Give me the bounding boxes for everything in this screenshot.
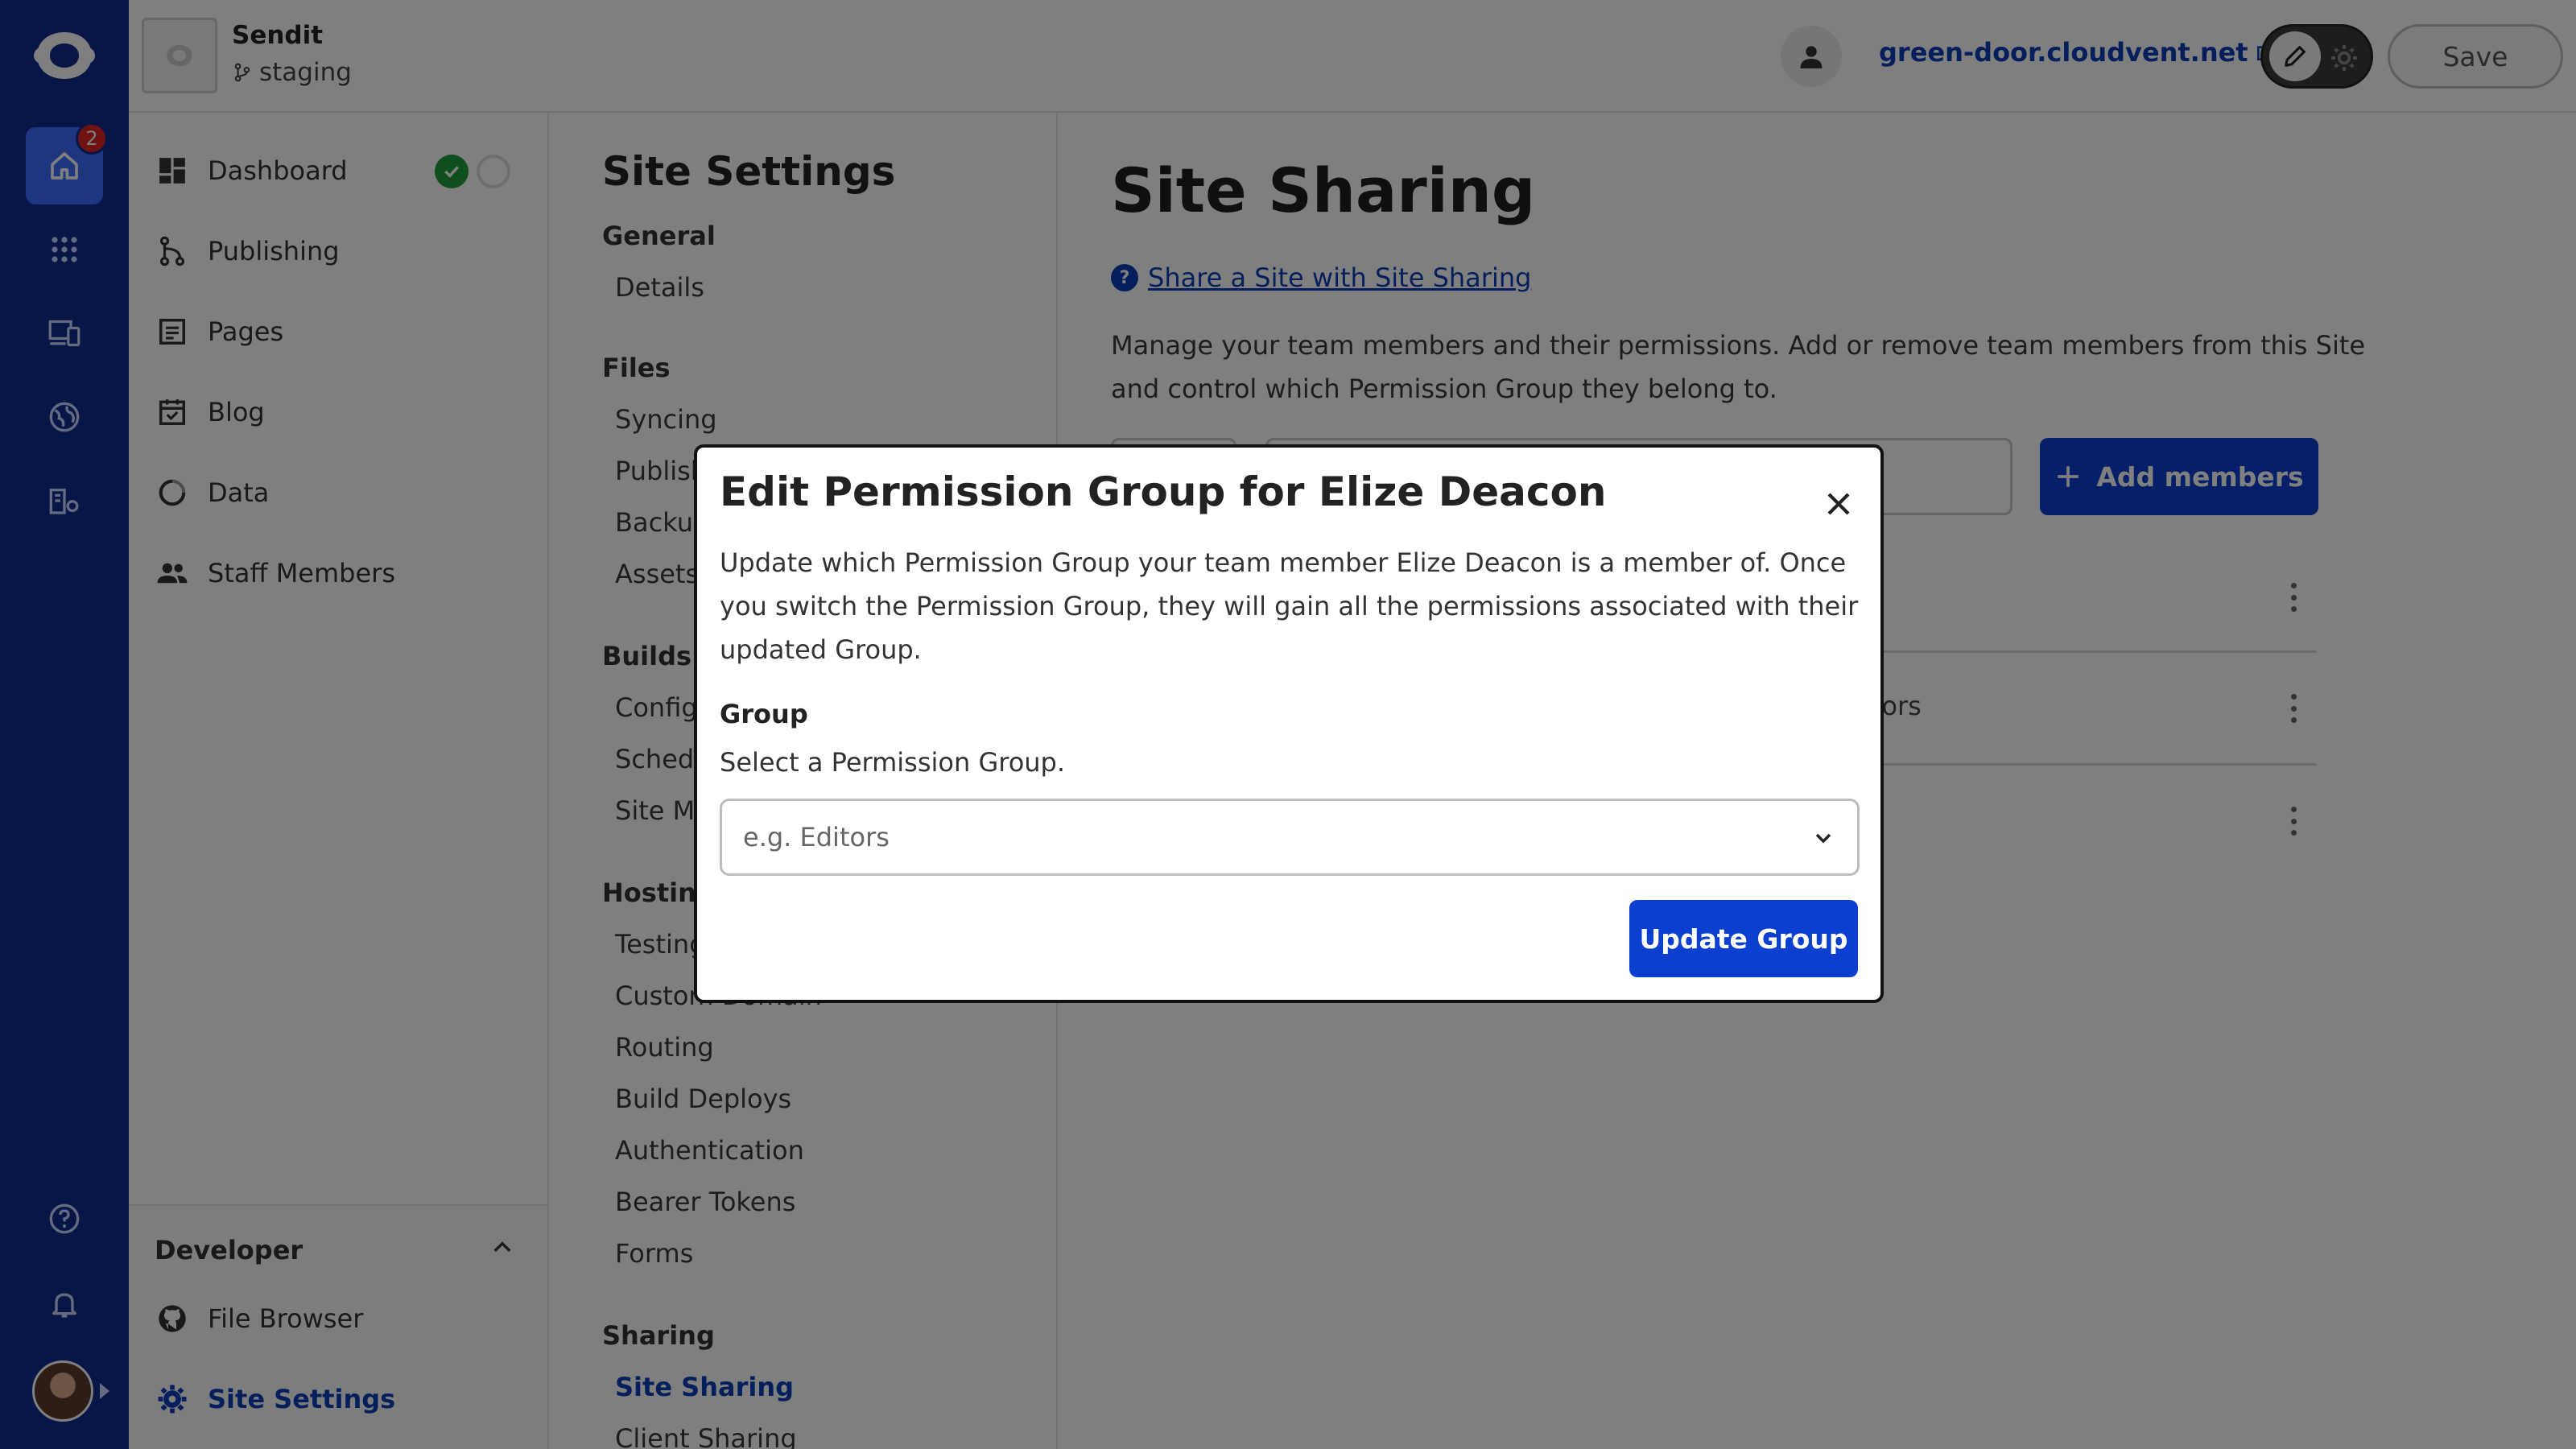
close-icon[interactable]: [1816, 481, 1861, 526]
chevron-down-icon: [1815, 833, 1831, 844]
permission-group-select[interactable]: e.g. Editors: [720, 799, 1860, 876]
group-field-help: Select a Permission Group.: [720, 747, 1066, 778]
dialog-title: Edit Permission Group for Elize Deacon: [720, 469, 1607, 515]
edit-permission-group-dialog: Edit Permission Group for Elize Deacon U…: [694, 444, 1884, 1003]
update-group-button[interactable]: Update Group: [1629, 900, 1858, 977]
select-placeholder: e.g. Editors: [743, 822, 890, 852]
dialog-description: Update which Permission Group your team …: [720, 547, 1859, 665]
group-field-label: Group: [720, 699, 808, 729]
